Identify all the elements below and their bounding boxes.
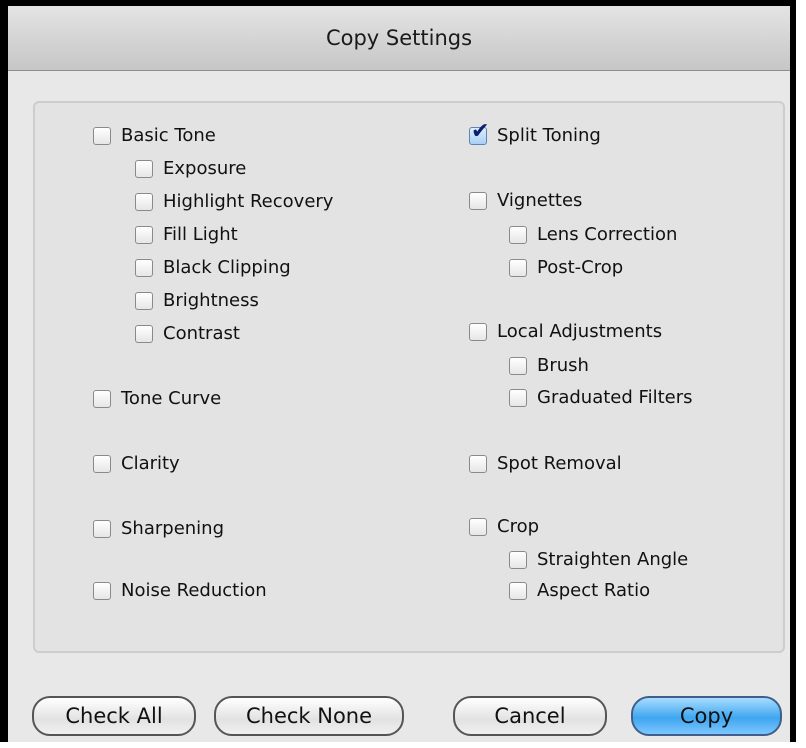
checkbox-box[interactable] — [135, 159, 153, 178]
checkbox-contrast[interactable]: Contrast — [135, 323, 240, 344]
checkbox-label: Highlight Recovery — [163, 191, 334, 212]
checkbox-tone-curve[interactable]: Tone Curve — [93, 388, 221, 409]
checkbox-split-toning[interactable]: ✔ Split Toning — [469, 120, 601, 146]
checkbox-local-adjustments[interactable]: Local Adjustments — [469, 321, 662, 342]
checkbox-aspect-ratio[interactable]: Aspect Ratio — [509, 580, 650, 601]
checkbox-box[interactable] — [135, 192, 153, 211]
checkbox-basic-tone[interactable]: Basic Tone — [93, 125, 216, 146]
checkbox-box[interactable] — [509, 581, 527, 600]
checkbox-label: Noise Reduction — [121, 580, 267, 601]
cancel-button[interactable]: Cancel — [453, 696, 607, 736]
checkbox-label: Clarity — [121, 453, 180, 474]
checkbox-label: Local Adjustments — [497, 321, 663, 342]
checkbox-black-clipping[interactable]: Black Clipping — [135, 257, 291, 278]
checkbox-box[interactable] — [509, 388, 527, 407]
checkbox-highlight-recovery[interactable]: Highlight Recovery — [135, 191, 333, 212]
checkbox-post-crop[interactable]: Post-Crop — [509, 257, 623, 278]
copy-settings-dialog: Copy Settings Basic Tone Exposure Highli… — [0, 0, 796, 742]
checkbox-label: Post-Crop — [537, 257, 624, 278]
checkbox-label: Tone Curve — [121, 388, 222, 409]
checkbox-label: Brightness — [163, 290, 259, 311]
checkbox-box[interactable] — [509, 258, 527, 277]
checkbox-box[interactable] — [93, 454, 111, 473]
checkbox-box[interactable] — [93, 581, 111, 600]
checkbox-box[interactable] — [135, 324, 153, 343]
checkbox-fill-light[interactable]: Fill Light — [135, 224, 238, 245]
checkbox-label: Basic Tone — [121, 125, 216, 146]
checkbox-box[interactable] — [93, 519, 111, 538]
checkbox-box[interactable] — [509, 550, 527, 569]
checkbox-box[interactable] — [93, 126, 111, 145]
checkbox-label: Spot Removal — [497, 453, 622, 474]
checkbox-crop[interactable]: Crop — [469, 516, 539, 537]
checkbox-vignettes[interactable]: Vignettes — [469, 190, 582, 211]
check-none-button[interactable]: Check None — [214, 696, 404, 736]
checkbox-sharpening[interactable]: Sharpening — [93, 518, 224, 539]
checkbox-box[interactable] — [135, 291, 153, 310]
checkbox-box[interactable] — [509, 356, 527, 375]
checkbox-box[interactable] — [509, 225, 527, 244]
settings-group: Basic Tone Exposure Highlight Recovery F… — [33, 101, 785, 653]
checkbox-label: Crop — [497, 516, 540, 537]
checkbox-label: Exposure — [163, 158, 247, 179]
check-icon: ✔ — [471, 118, 490, 144]
checkbox-graduated-filters[interactable]: Graduated Filters — [509, 387, 692, 408]
check-all-button[interactable]: Check All — [32, 696, 196, 736]
checkbox-brush[interactable]: Brush — [509, 355, 589, 376]
checkbox-clarity[interactable]: Clarity — [93, 453, 180, 474]
checkbox-box[interactable] — [93, 389, 111, 408]
checkbox-box[interactable]: ✔ — [469, 120, 489, 145]
checkbox-label: Fill Light — [163, 224, 238, 245]
checkbox-exposure[interactable]: Exposure — [135, 158, 246, 179]
checkbox-label: Split Toning — [497, 125, 601, 146]
checkbox-label: Contrast — [163, 323, 240, 344]
checkbox-noise-reduction[interactable]: Noise Reduction — [93, 580, 267, 601]
copy-button[interactable]: Copy — [631, 696, 782, 736]
checkbox-label: Aspect Ratio — [537, 580, 651, 601]
checkbox-box[interactable] — [469, 454, 487, 473]
window-title: Copy Settings — [8, 6, 790, 71]
checkbox-box[interactable] — [469, 517, 487, 536]
checkbox-box[interactable] — [135, 258, 153, 277]
checkbox-lens-correction[interactable]: Lens Correction — [509, 224, 677, 245]
checkbox-box[interactable] — [135, 225, 153, 244]
checkbox-label: Sharpening — [121, 518, 225, 539]
checkbox-box[interactable] — [469, 191, 487, 210]
checkbox-spot-removal[interactable]: Spot Removal — [469, 453, 622, 474]
checkbox-label: Black Clipping — [163, 257, 291, 278]
checkbox-label: Brush — [537, 355, 589, 376]
checkbox-label: Vignettes — [497, 190, 583, 211]
checkbox-brightness[interactable]: Brightness — [135, 290, 259, 311]
checkbox-box[interactable] — [469, 322, 487, 341]
checkbox-label: Lens Correction — [537, 224, 678, 245]
checkbox-straighten-angle[interactable]: Straighten Angle — [509, 549, 688, 570]
checkbox-label: Graduated Filters — [537, 387, 693, 408]
checkbox-label: Straighten Angle — [537, 549, 689, 570]
